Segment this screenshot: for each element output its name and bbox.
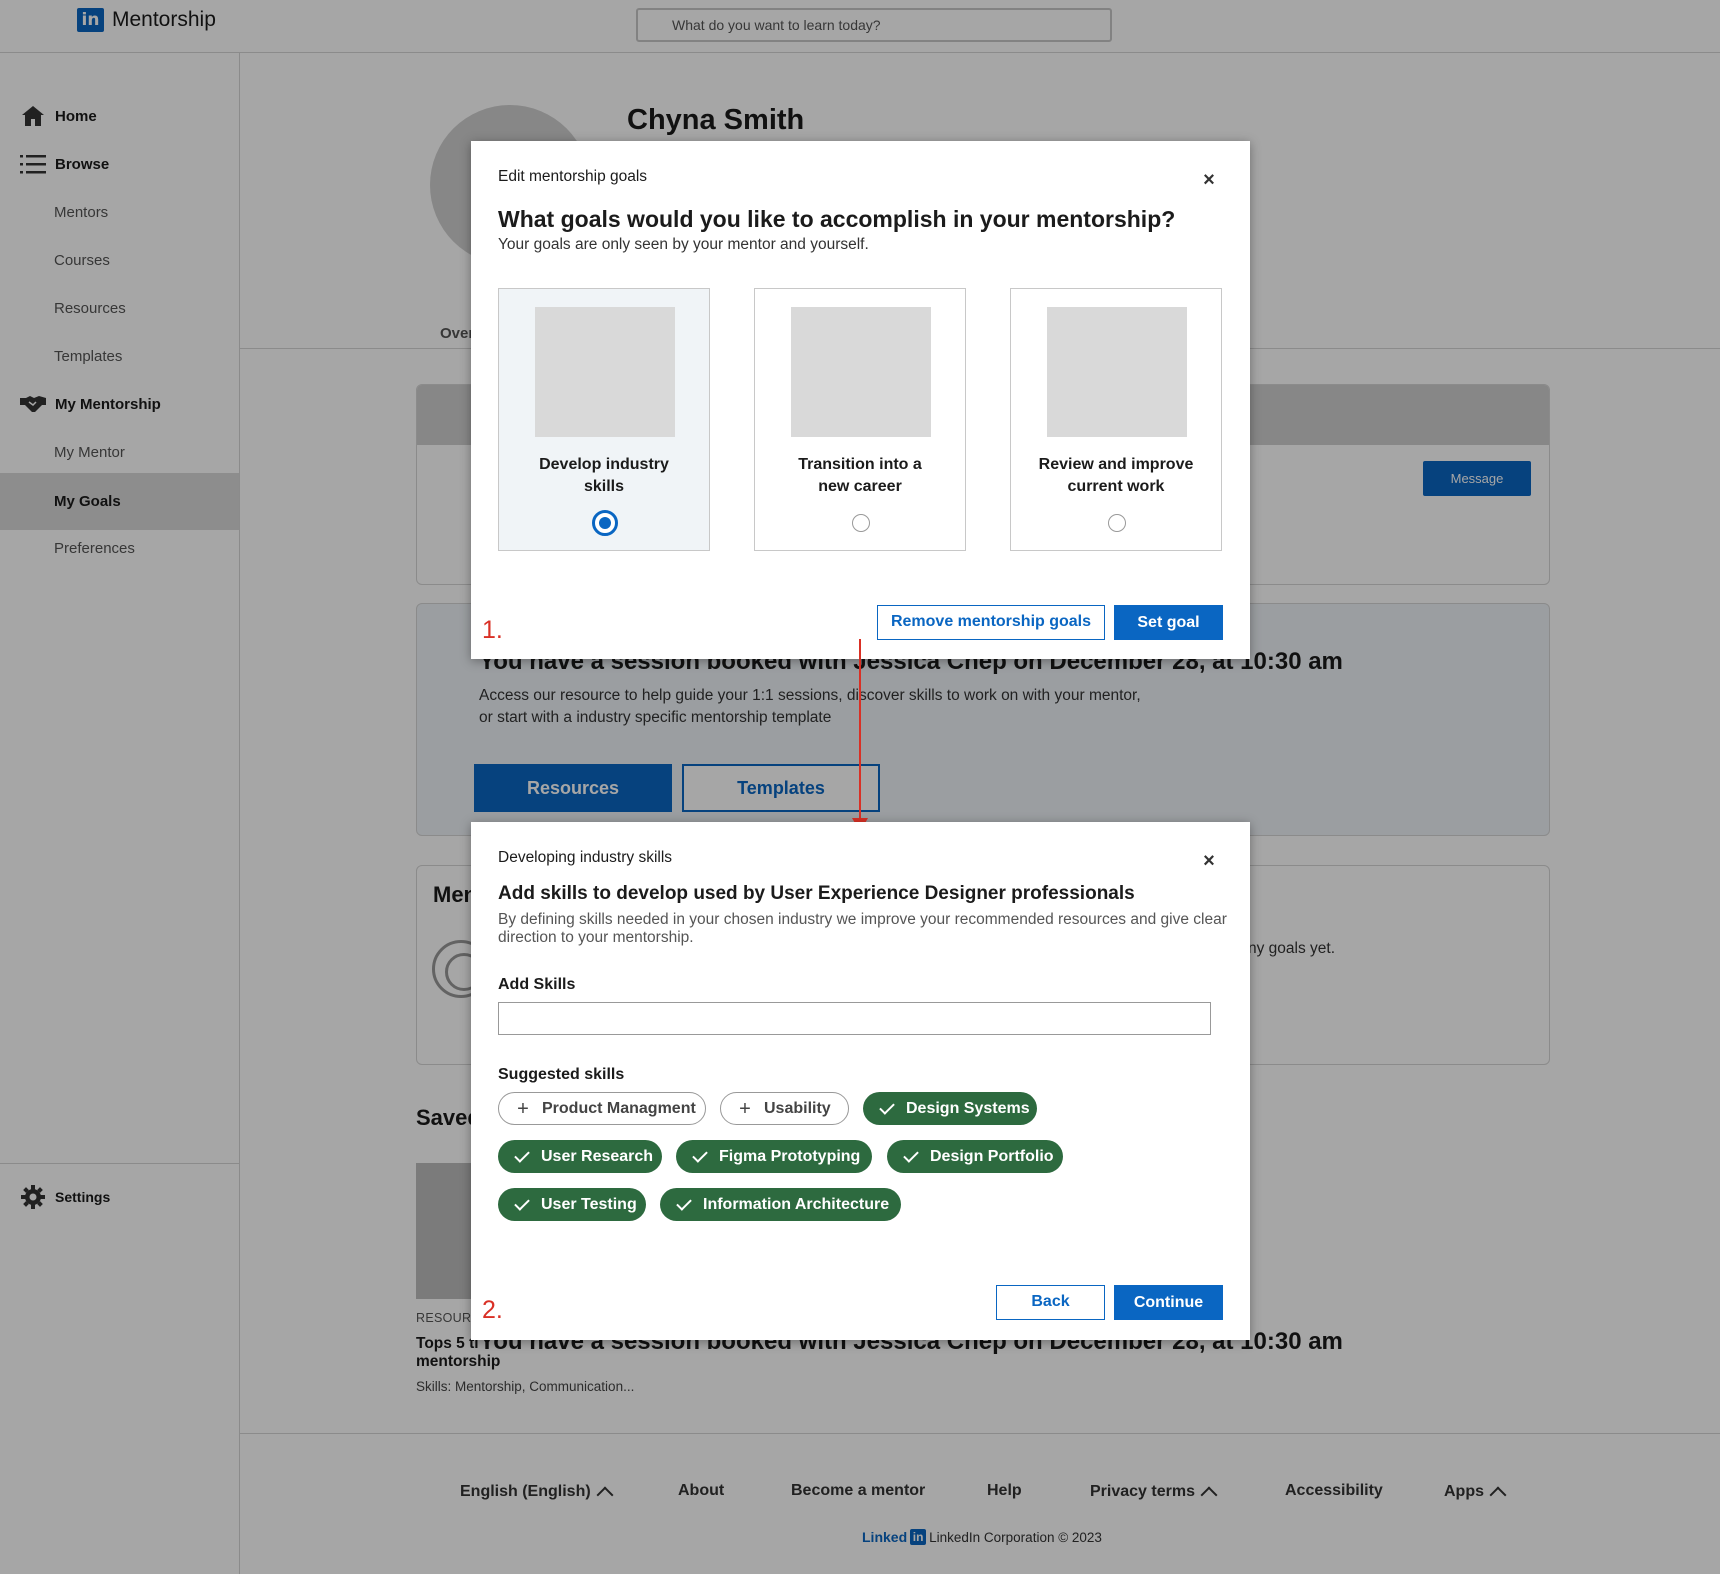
goal-label-line: Review and improve bbox=[1038, 456, 1194, 473]
skill-chip-product-management[interactable]: + Product Managment bbox=[498, 1092, 706, 1125]
goal-label-line: skills bbox=[583, 478, 625, 495]
skill-chip-design-systems[interactable]: Design Systems bbox=[863, 1092, 1037, 1125]
skill-chip-design-portfolio[interactable]: Design Portfolio bbox=[887, 1140, 1063, 1173]
modal-description: By defining skills needed in your chosen… bbox=[498, 911, 1227, 946]
suggested-skills-label: Suggested skills bbox=[498, 1066, 625, 1083]
skill-chip-label: Usability bbox=[764, 1099, 831, 1117]
skill-chip-label: Design Portfolio bbox=[930, 1147, 1054, 1165]
modal-label: Developing industry skills bbox=[498, 849, 673, 866]
skill-chip-information-architecture[interactable]: Information Architecture bbox=[660, 1188, 901, 1221]
add-skills-input[interactable] bbox=[498, 1002, 1211, 1035]
skill-chip-label: Design Systems bbox=[906, 1099, 1030, 1117]
skill-chip-label: Information Architecture bbox=[703, 1195, 890, 1213]
goal-option-develop-skills[interactable]: Develop industry skills bbox=[498, 288, 710, 551]
goal-option-review-work[interactable]: Review and improve current work bbox=[1010, 288, 1222, 551]
goal-illustration bbox=[1047, 307, 1187, 437]
check-icon bbox=[513, 1146, 531, 1166]
skill-chip-label: Figma Prototyping bbox=[719, 1147, 861, 1165]
remove-goals-button[interactable]: Remove mentorship goals bbox=[877, 605, 1105, 640]
goal-illustration bbox=[791, 307, 931, 437]
skill-chip-label: User Research bbox=[541, 1147, 654, 1165]
skill-chip-user-testing[interactable]: User Testing bbox=[498, 1188, 646, 1221]
skill-chip-usability[interactable]: + Usability bbox=[720, 1092, 849, 1125]
set-goal-button[interactable]: Set goal bbox=[1114, 605, 1223, 640]
modal-title: What goals would you like to accomplish … bbox=[498, 206, 1176, 232]
step-number: 1. bbox=[482, 616, 503, 644]
goal-option-label: Develop industry skills bbox=[499, 454, 709, 498]
flow-arrow-line bbox=[859, 639, 861, 822]
modal-title: Add skills to develop used by User Exper… bbox=[498, 883, 1135, 904]
skill-chip-figma-prototyping[interactable]: Figma Prototyping bbox=[676, 1140, 872, 1173]
modal-label: Edit mentorship goals bbox=[498, 168, 648, 185]
skill-chip-label: Product Managment bbox=[542, 1099, 696, 1117]
continue-button[interactable]: Continue bbox=[1114, 1285, 1223, 1320]
goal-label-line: Develop industry bbox=[539, 456, 669, 473]
modal-subtitle: Your goals are only seen by your mentor … bbox=[498, 236, 869, 253]
goal-radio[interactable] bbox=[852, 514, 870, 532]
close-icon[interactable]: × bbox=[1198, 850, 1220, 872]
plus-icon: + bbox=[739, 1097, 751, 1120]
check-icon bbox=[513, 1194, 531, 1214]
check-icon bbox=[902, 1146, 920, 1166]
goal-option-label: Transition into a new career bbox=[755, 454, 965, 498]
goal-label-line: Transition into a bbox=[798, 456, 922, 473]
goal-illustration bbox=[535, 307, 675, 437]
develop-skills-modal: Developing industry skills × Add skills … bbox=[471, 822, 1250, 1340]
goal-label-line: new career bbox=[818, 478, 902, 495]
skill-chip-user-research[interactable]: User Research bbox=[498, 1140, 662, 1173]
edit-goals-modal: Edit mentorship goals × What goals would… bbox=[471, 141, 1250, 659]
check-icon bbox=[691, 1146, 709, 1166]
goal-radio[interactable] bbox=[1108, 514, 1126, 532]
plus-icon: + bbox=[517, 1097, 529, 1120]
goal-label-line: current work bbox=[1067, 478, 1165, 495]
check-icon bbox=[878, 1098, 896, 1118]
goal-radio[interactable] bbox=[592, 510, 618, 536]
add-skills-label: Add Skills bbox=[498, 976, 576, 993]
check-icon bbox=[675, 1194, 693, 1214]
step-number: 2. bbox=[482, 1296, 503, 1324]
skill-chip-label: User Testing bbox=[541, 1195, 637, 1213]
goal-option-transition-career[interactable]: Transition into a new career bbox=[754, 288, 966, 551]
goal-option-label: Review and improve current work bbox=[1011, 454, 1221, 498]
close-icon[interactable]: × bbox=[1198, 169, 1220, 191]
back-button[interactable]: Back bbox=[996, 1285, 1105, 1320]
